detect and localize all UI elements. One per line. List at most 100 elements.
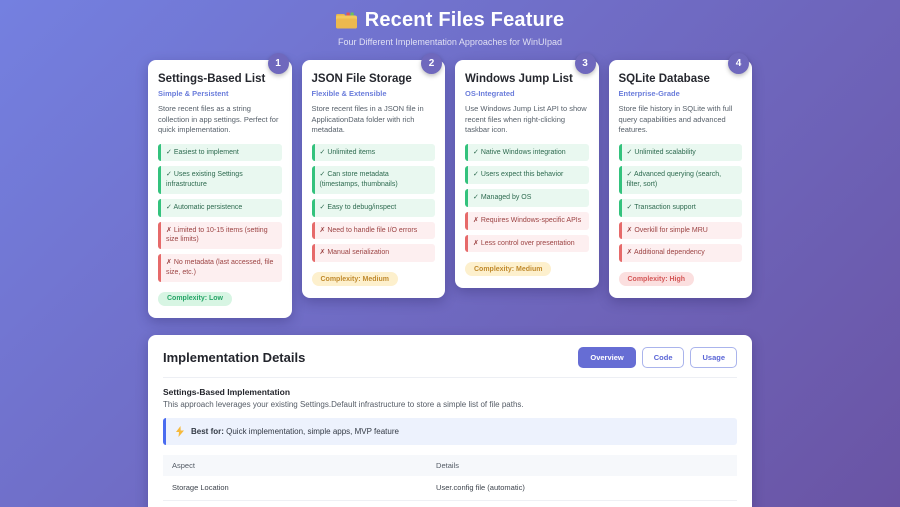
check-icon: ✓ bbox=[320, 149, 326, 156]
con-item: ✗ Limited to 10-15 items (setting size l… bbox=[158, 222, 282, 250]
pro-item-label: Managed by OS bbox=[481, 194, 532, 201]
card-tagline: OS-Integrated bbox=[465, 89, 589, 98]
best-for-callout: Best for: Quick implementation, simple a… bbox=[163, 418, 737, 445]
cross-icon: ✗ bbox=[320, 227, 326, 234]
pro-item: ✓ Native Windows integration bbox=[465, 144, 589, 162]
card-number-badge: 1 bbox=[268, 53, 289, 74]
con-item-label: Additional dependency bbox=[634, 249, 705, 256]
cross-icon: ✗ bbox=[166, 259, 172, 266]
pro-item: ✓ Can store metadata (timestamps, thumbn… bbox=[312, 166, 436, 194]
con-item-label: Need to handle file I/O errors bbox=[327, 227, 417, 234]
check-icon: ✓ bbox=[320, 171, 326, 178]
details-cell: StringCollection bbox=[427, 500, 737, 507]
check-icon: ✓ bbox=[473, 149, 479, 156]
complexity-badge: Complexity: Medium bbox=[312, 272, 398, 286]
panel-header: Implementation Details OverviewCodeUsage bbox=[163, 347, 737, 378]
aspect-cell: Storage Location bbox=[163, 476, 427, 501]
con-item: ✗ Requires Windows-specific APIs bbox=[465, 212, 589, 230]
con-item-label: Less control over presentation bbox=[481, 240, 575, 247]
check-icon: ✓ bbox=[627, 149, 633, 156]
card-tagline: Enterprise-Grade bbox=[619, 89, 743, 98]
card-title: JSON File Storage bbox=[312, 73, 436, 85]
card-description: Store recent files as a string collectio… bbox=[158, 104, 282, 136]
implementation-details-panel: Implementation Details OverviewCodeUsage… bbox=[148, 335, 752, 507]
con-item: ✗ Overkill for simple MRU bbox=[619, 222, 743, 240]
complexity-badge: Complexity: High bbox=[619, 272, 695, 286]
tab-group: Overview CodeUsage bbox=[578, 347, 737, 368]
pro-item: ✓ Uses existing Settings infrastructure bbox=[158, 166, 282, 194]
pro-item: ✓ Transaction support bbox=[619, 199, 743, 217]
cross-icon: ✗ bbox=[473, 240, 479, 247]
pro-item-label: Automatic persistence bbox=[173, 204, 242, 211]
cross-icon: ✗ bbox=[320, 249, 326, 256]
callout-body: Best for: Quick implementation, simple a… bbox=[191, 427, 399, 436]
aspect-cell: Data Format bbox=[163, 500, 427, 507]
pro-item: ✓ Managed by OS bbox=[465, 189, 589, 207]
card-number-badge: 4 bbox=[728, 53, 749, 74]
con-item: ✗ No metadata (last accessed, file size,… bbox=[158, 254, 282, 282]
check-icon: ✓ bbox=[166, 171, 172, 178]
check-icon: ✓ bbox=[473, 171, 479, 178]
tab-overview[interactable]: Overview bbox=[578, 347, 635, 368]
con-item-label: Overkill for simple MRU bbox=[634, 227, 708, 234]
details-cell: User.config file (automatic) bbox=[427, 476, 737, 501]
card-description: Store file history in SQLite with full q… bbox=[619, 104, 743, 136]
check-icon: ✓ bbox=[166, 204, 172, 211]
table-header-cell: Details bbox=[427, 455, 737, 476]
pro-item: ✓ Unlimited items bbox=[312, 144, 436, 162]
complexity-badge: Complexity: Low bbox=[158, 292, 232, 306]
con-item-label: Requires Windows-specific APIs bbox=[481, 217, 581, 224]
callout-text: Quick implementation, simple apps, MVP f… bbox=[224, 427, 399, 436]
pro-item: ✓ Automatic persistence bbox=[158, 199, 282, 217]
main-content: 1Settings-Based ListSimple & PersistentS… bbox=[0, 60, 900, 507]
approach-card-json-file-storage: 2JSON File StorageFlexible & ExtensibleS… bbox=[302, 60, 446, 298]
page-header: Recent Files Feature Four Different Impl… bbox=[0, 0, 900, 47]
card-description: Use Windows Jump List API to show recent… bbox=[465, 104, 589, 136]
section-heading: Settings-Based Implementation bbox=[163, 387, 737, 397]
card-title: Windows Jump List bbox=[465, 73, 589, 85]
pro-item-label: Advanced querying (search, filter, sort) bbox=[627, 171, 722, 188]
cross-icon: ✗ bbox=[473, 217, 479, 224]
cross-icon: ✗ bbox=[627, 227, 633, 234]
cross-icon: ✗ bbox=[166, 227, 172, 234]
folder-icon bbox=[336, 12, 357, 29]
pro-item: ✓ Users expect this behavior bbox=[465, 166, 589, 184]
card-tagline: Flexible & Extensible bbox=[312, 89, 436, 98]
pro-item: ✓ Easy to debug/inspect bbox=[312, 199, 436, 217]
approach-card-sqlite-database: 4SQLite DatabaseEnterprise-GradeStore fi… bbox=[609, 60, 753, 298]
approach-card-windows-jump-list: 3Windows Jump ListOS-IntegratedUse Windo… bbox=[455, 60, 599, 288]
pro-item-label: Users expect this behavior bbox=[481, 171, 563, 178]
card-number-badge: 3 bbox=[575, 53, 596, 74]
con-item-label: Limited to 10-15 items (setting size lim… bbox=[166, 227, 268, 244]
pro-item-label: Native Windows integration bbox=[481, 149, 566, 156]
section-text: This approach leverages your existing Se… bbox=[163, 400, 737, 409]
check-icon: ✓ bbox=[627, 171, 633, 178]
card-title: Settings-Based List bbox=[158, 73, 282, 85]
lightning-icon bbox=[176, 426, 184, 437]
tab-usage[interactable]: Usage bbox=[690, 347, 737, 368]
pro-item: ✓ Unlimited scalability bbox=[619, 144, 743, 162]
check-icon: ✓ bbox=[627, 204, 633, 211]
con-item: ✗ Manual serialization bbox=[312, 244, 436, 262]
con-item: ✗ Need to handle file I/O errors bbox=[312, 222, 436, 240]
card-tagline: Simple & Persistent bbox=[158, 89, 282, 98]
pro-item-label: Transaction support bbox=[634, 204, 696, 211]
check-icon: ✓ bbox=[166, 149, 172, 156]
app-canvas: Recent Files Feature Four Different Impl… bbox=[0, 0, 900, 507]
table-body: Storage LocationUser.config file (automa… bbox=[163, 476, 737, 507]
tab-code[interactable]: Code bbox=[642, 347, 685, 368]
page-title: Recent Files Feature bbox=[365, 9, 565, 32]
pro-item-label: Unlimited scalability bbox=[634, 149, 695, 156]
page-title-row: Recent Files Feature bbox=[0, 9, 900, 32]
con-item: ✗ Less control over presentation bbox=[465, 235, 589, 253]
con-item: ✗ Additional dependency bbox=[619, 244, 743, 262]
con-item-label: No metadata (last accessed, file size, e… bbox=[166, 259, 273, 276]
pro-item-label: Easy to debug/inspect bbox=[327, 204, 396, 211]
table-head: AspectDetails bbox=[163, 455, 737, 476]
check-icon: ✓ bbox=[473, 194, 479, 201]
approach-cards-row: 1Settings-Based ListSimple & PersistentS… bbox=[148, 60, 752, 318]
table-header-cell: Aspect bbox=[163, 455, 427, 476]
pro-item: ✓ Advanced querying (search, filter, sor… bbox=[619, 166, 743, 194]
pro-item-label: Can store metadata (timestamps, thumbnai… bbox=[320, 171, 398, 188]
pro-item-label: Unlimited items bbox=[327, 149, 375, 156]
